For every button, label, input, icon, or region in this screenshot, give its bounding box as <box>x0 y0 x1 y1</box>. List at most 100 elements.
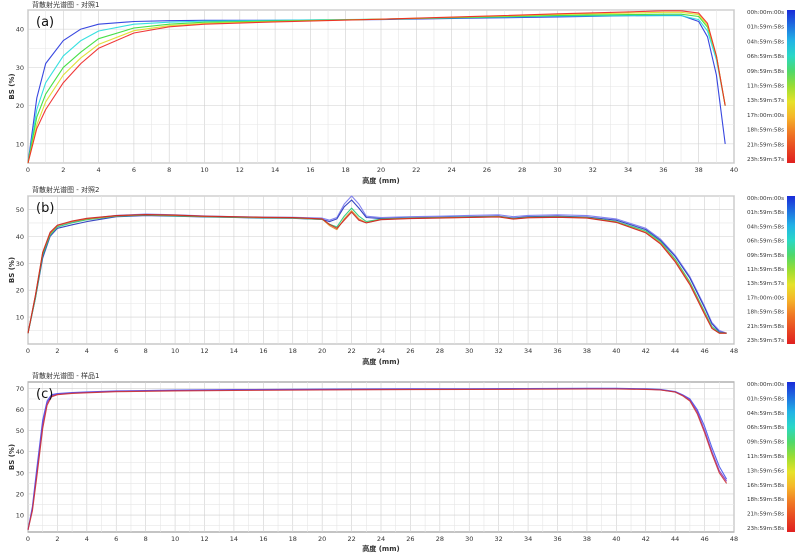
panel-c: 0 2 4 6 8 10 12 14 16 18 20 22 24 26 28 30 32 34 36 38 40 42 4… <box>8 371 795 553</box>
x-tick-label: 26 <box>406 535 414 543</box>
x-tick-label: 24 <box>377 347 385 355</box>
x-tick-label: 34 <box>624 166 632 174</box>
x-tick-label: 46 <box>700 347 708 355</box>
x-tick-label: 36 <box>553 347 561 355</box>
y-axis-label: BS (%) <box>8 257 16 283</box>
x-tick-label: 22 <box>347 347 355 355</box>
time-label: 13h:59m:57s <box>747 98 784 104</box>
time-label: 00h:00m:00s <box>747 196 784 202</box>
x-tick-label: 16 <box>259 347 267 355</box>
x-tick-label: 14 <box>230 347 238 355</box>
x-tick-label: 0 <box>26 166 30 174</box>
x-tick-label: 12 <box>236 166 244 174</box>
x-tick-label: 32 <box>495 535 503 543</box>
x-tick-label: 22 <box>412 166 420 174</box>
time-label: 18h:59m:58s <box>747 497 784 503</box>
time-label: 16h:59m:58s <box>747 483 784 489</box>
time-label: 06h:59m:58s <box>747 425 784 431</box>
x-tick-label: 12 <box>200 535 208 543</box>
x-tick-label: 8 <box>144 535 148 543</box>
x-tick-label: 10 <box>171 347 179 355</box>
y-tick-label: 10 <box>16 512 24 520</box>
time-label: 13h:59m:57s <box>747 281 784 287</box>
time-label: 00h:00m:00s <box>747 10 784 16</box>
figure: 0 2 4 6 8 10 12 14 16 18 20 22 24 26 28 30 32 34 36 38 40102… <box>8 0 795 553</box>
y-axis-label: BS (%) <box>8 73 16 99</box>
y-tick-label: 50 <box>16 427 24 435</box>
x-tick-label: 44 <box>671 347 679 355</box>
y-tick-label: 30 <box>16 64 24 72</box>
y-tick-label: 40 <box>16 448 24 456</box>
y-tick-label: 70 <box>16 385 24 393</box>
time-label: 17h:00m:00s <box>747 113 784 119</box>
time-label: 23h:59m:57s <box>747 338 784 344</box>
x-tick-label: 48 <box>730 347 738 355</box>
x-tick-label: 38 <box>695 166 703 174</box>
x-tick-label: 10 <box>171 535 179 543</box>
y-tick-label: 10 <box>16 140 24 148</box>
x-tick-label: 18 <box>342 166 350 174</box>
time-label: 00h:00m:00s <box>747 382 784 388</box>
time-label: 04h:59m:58s <box>747 411 784 417</box>
x-tick-label: 34 <box>524 347 532 355</box>
time-colorbar <box>787 10 795 163</box>
x-tick-label: 30 <box>465 535 473 543</box>
x-tick-label: 18 <box>289 535 297 543</box>
x-tick-label: 2 <box>55 347 59 355</box>
x-tick-label: 28 <box>436 535 444 543</box>
x-tick-label: 18 <box>289 347 297 355</box>
x-tick-label: 34 <box>524 535 532 543</box>
time-label: 21h:59m:58s <box>747 142 784 148</box>
x-tick-label: 38 <box>583 347 591 355</box>
time-label: 21h:59m:58s <box>747 512 784 518</box>
panel-label: (b) <box>36 201 54 216</box>
x-tick-label: 30 <box>553 166 561 174</box>
x-tick-label: 36 <box>659 166 667 174</box>
panel-label: (c) <box>36 387 53 402</box>
time-label: 11h:59m:58s <box>747 454 784 460</box>
x-tick-label: 16 <box>259 535 267 543</box>
time-label: 01h:59m:58s <box>747 396 784 402</box>
panel-b: 0 2 4 6 8 10 12 14 16 18 20 22 24 26 28 30 32 34 36 38 40 42 4… <box>8 185 795 366</box>
x-tick-label: 2 <box>61 166 65 174</box>
x-tick-label: 40 <box>612 535 620 543</box>
time-label: 23h:59m:58s <box>747 526 784 532</box>
x-tick-label: 6 <box>114 535 118 543</box>
x-tick-label: 24 <box>447 166 455 174</box>
x-tick-label: 32 <box>495 347 503 355</box>
x-tick-label: 20 <box>318 535 326 543</box>
x-tick-label: 22 <box>347 535 355 543</box>
x-tick-label: 26 <box>483 166 491 174</box>
x-tick-label: 4 <box>85 347 89 355</box>
x-tick-label: 24 <box>377 535 385 543</box>
panel-title: 背散射光谱图 - 对照1 <box>32 0 99 9</box>
x-tick-label: 28 <box>518 166 526 174</box>
time-label: 11h:59m:58s <box>747 267 784 273</box>
panel-title: 背散射光谱图 - 对照2 <box>32 185 99 194</box>
x-tick-label: 14 <box>230 535 238 543</box>
time-label: 13h:59m:56s <box>747 468 784 474</box>
x-tick-label: 6 <box>114 347 118 355</box>
x-tick-label: 44 <box>671 535 679 543</box>
panel-label: (a) <box>36 15 54 30</box>
x-axis-label: 高度 (mm) <box>362 176 399 185</box>
x-tick-label: 20 <box>318 347 326 355</box>
x-tick-label: 36 <box>553 535 561 543</box>
x-tick-label: 28 <box>436 347 444 355</box>
x-tick-label: 42 <box>642 535 650 543</box>
y-tick-label: 40 <box>16 233 24 241</box>
x-axis-label: 高度 (mm) <box>362 357 399 366</box>
y-tick-label: 20 <box>16 102 24 110</box>
x-tick-label: 40 <box>730 166 738 174</box>
time-label: 04h:59m:58s <box>747 224 784 230</box>
x-tick-label: 8 <box>167 166 171 174</box>
time-label: 09h:59m:58s <box>747 440 784 446</box>
panel-title: 背散射光谱图 - 样品1 <box>32 371 99 380</box>
x-tick-label: 40 <box>612 347 620 355</box>
time-label: 21h:59m:58s <box>747 324 784 330</box>
time-label: 06h:59m:58s <box>747 54 784 60</box>
time-label: 06h:59m:58s <box>747 239 784 245</box>
time-label: 23h:59m:57s <box>747 157 784 163</box>
time-label: 18h:59m:58s <box>747 310 784 316</box>
time-label: 09h:59m:58s <box>747 253 784 259</box>
